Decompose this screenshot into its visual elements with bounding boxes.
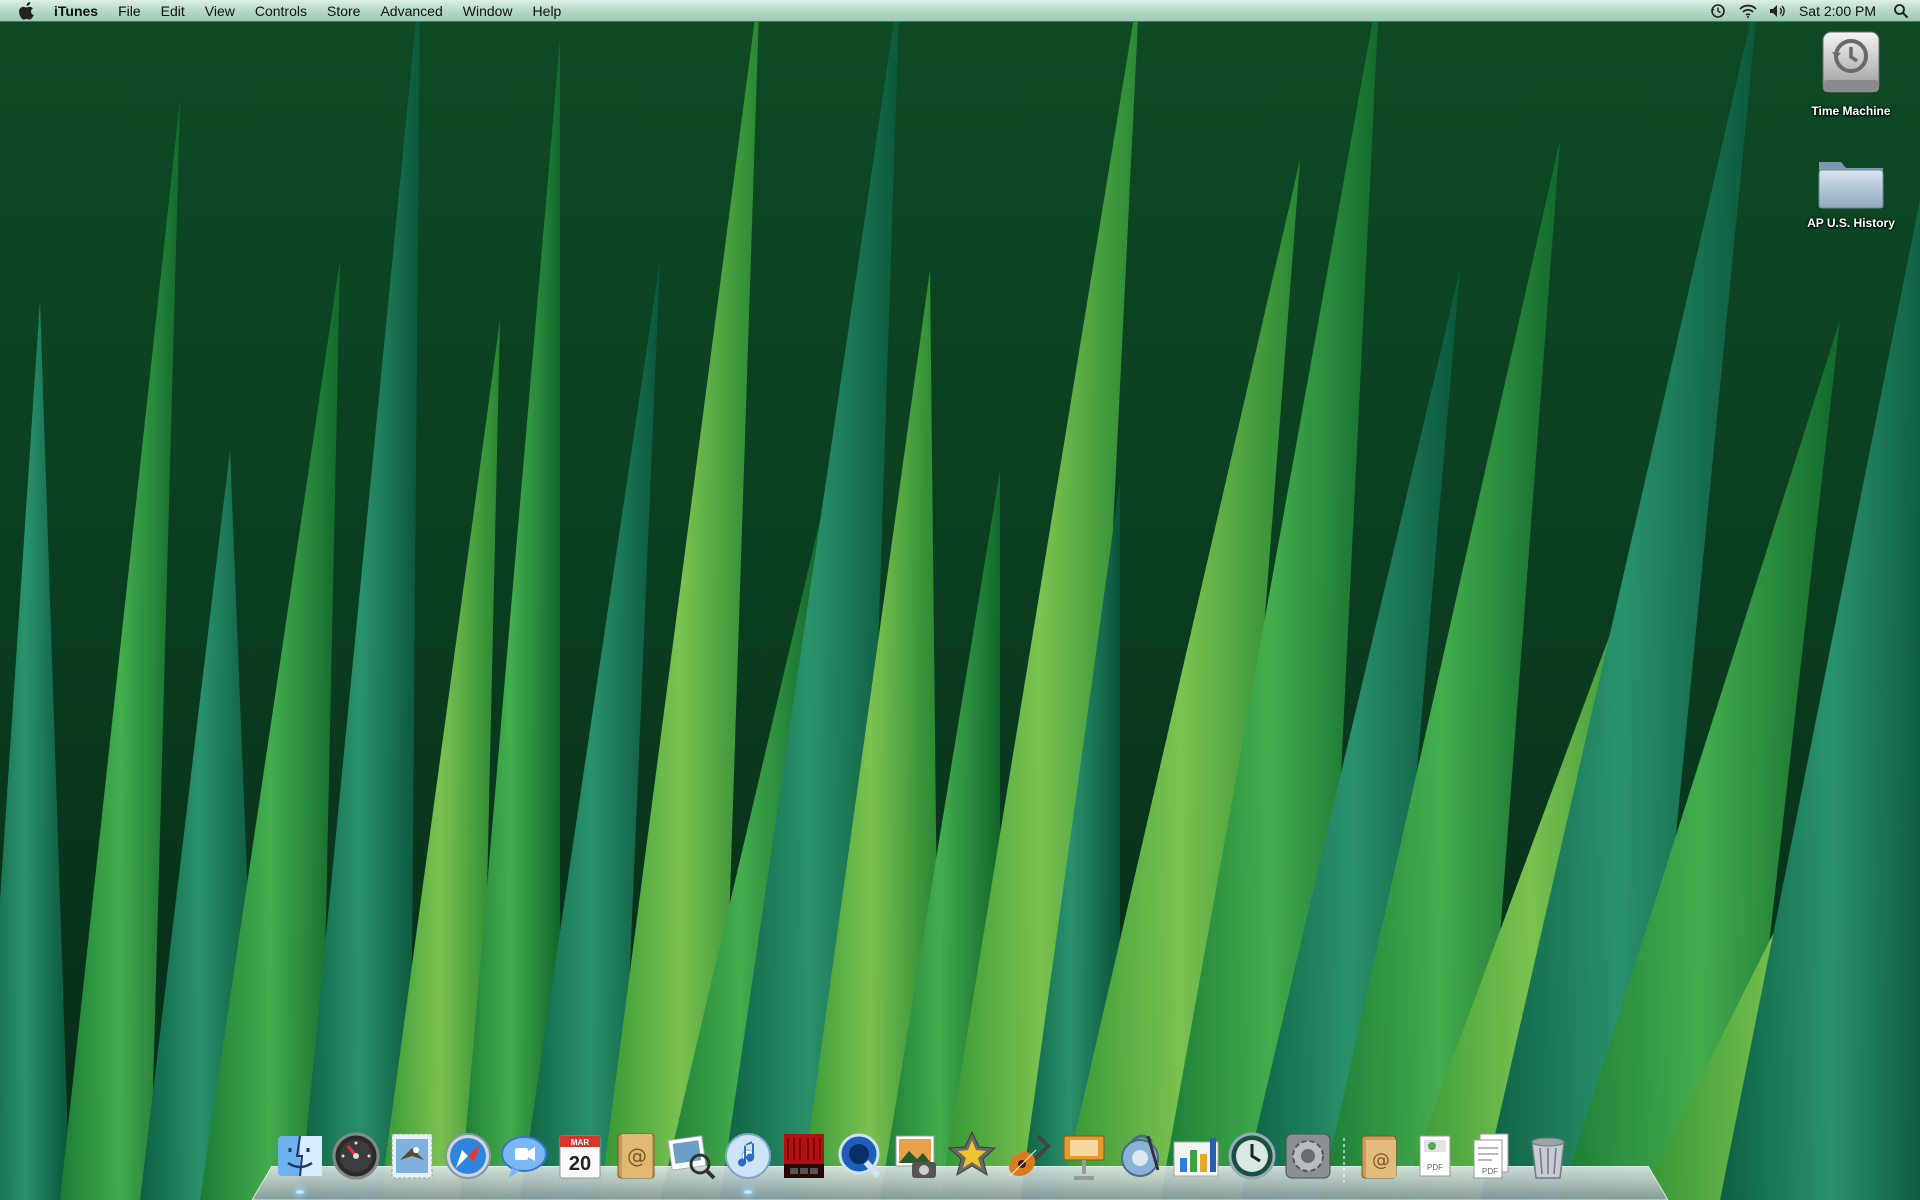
trash-icon [1531, 1137, 1565, 1179]
volume-icon[interactable] [1769, 2, 1787, 20]
dock-finder[interactable] [272, 1128, 328, 1194]
desktop-icon-folder[interactable]: AP U.S. History [1791, 152, 1911, 231]
menu-controls[interactable]: Controls [245, 0, 317, 22]
menu-window[interactable]: Window [453, 0, 523, 22]
dock-preview[interactable] [664, 1128, 720, 1184]
dock-safari[interactable] [440, 1128, 496, 1184]
folder-icon [1815, 152, 1887, 212]
dock-time-machine[interactable] [1224, 1128, 1280, 1184]
dock-stack-documents[interactable]: @ [1352, 1128, 1408, 1184]
spotlight-icon[interactable] [1892, 2, 1910, 20]
menu-file[interactable]: File [108, 0, 151, 22]
dock-ichat[interactable] [496, 1128, 552, 1184]
preview-icon [667, 1135, 716, 1180]
time-machine-drive-icon [1819, 30, 1883, 100]
dock-system-preferences[interactable] [1280, 1128, 1336, 1184]
dashboard-icon [332, 1132, 380, 1180]
menu-clock[interactable]: Sat 2:00 PM [1799, 3, 1876, 19]
svg-text:@: @ [627, 1144, 647, 1168]
pdf-stack-icon: PDF [1419, 1135, 1451, 1177]
dock-numbers[interactable] [1168, 1128, 1224, 1184]
ical-icon: MAR 20 [559, 1135, 601, 1179]
dock-imovie[interactable] [944, 1128, 1000, 1184]
menu-store[interactable]: Store [317, 0, 370, 22]
running-indicator [744, 1190, 752, 1194]
dock-separator [1336, 1128, 1352, 1184]
iweb-icon [1121, 1134, 1160, 1177]
numbers-icon [1173, 1138, 1219, 1177]
quicktime-icon [838, 1133, 881, 1178]
itunes-icon [725, 1133, 771, 1179]
time-machine-icon[interactable] [1709, 2, 1727, 20]
dock-itunes[interactable] [720, 1128, 776, 1194]
ical-day: 20 [569, 1153, 591, 1175]
downloads-stack-icon: PDF [1473, 1133, 1509, 1179]
menu-bar: iTunes File Edit View Controls Store Adv… [0, 0, 1920, 22]
finder-icon [278, 1135, 322, 1177]
dock-address-book[interactable]: @ [608, 1128, 664, 1184]
dock-ical[interactable]: MAR 20 [552, 1128, 608, 1184]
dock-stack-downloads[interactable]: PDF [1464, 1128, 1520, 1184]
menu-extras: Sat 2:00 PM [1709, 0, 1910, 22]
time-machine-icon [1228, 1132, 1276, 1180]
ichat-icon [501, 1136, 547, 1178]
dock-quicktime[interactable] [832, 1128, 888, 1184]
mail-icon [391, 1133, 433, 1179]
dock-keynote[interactable] [1056, 1128, 1112, 1184]
svg-text:PDF: PDF [1482, 1167, 1498, 1176]
menu-help[interactable]: Help [523, 0, 572, 22]
menu-advanced[interactable]: Advanced [370, 0, 452, 22]
desktop-icon-label: Time Machine [1811, 104, 1891, 118]
ical-month: MAR [571, 1138, 589, 1147]
svg-text:@: @ [1372, 1150, 1390, 1171]
dock-stack-pdf[interactable]: PDF [1408, 1128, 1464, 1184]
dock-iweb[interactable] [1112, 1128, 1168, 1184]
documents-stack-icon: @ [1361, 1135, 1397, 1179]
dock-iphoto[interactable] [888, 1128, 944, 1184]
desktop-wallpaper [0, 0, 1920, 1200]
dock-garageband[interactable] [1000, 1128, 1056, 1184]
garageband-icon [1008, 1134, 1051, 1177]
dock-dashboard[interactable] [328, 1128, 384, 1184]
system-preferences-icon [1285, 1133, 1331, 1179]
dock: MAR 20 @ @ PDF PDF [272, 1124, 1576, 1194]
front-row-icon [784, 1134, 824, 1178]
dock-front-row[interactable] [776, 1128, 832, 1184]
keynote-icon [1063, 1135, 1105, 1180]
dock-trash[interactable] [1520, 1128, 1576, 1184]
running-indicator [296, 1190, 304, 1194]
desktop-icon-time-machine[interactable]: Time Machine [1791, 30, 1911, 119]
safari-icon [445, 1133, 491, 1179]
menu-view[interactable]: View [195, 0, 245, 22]
address-book-icon: @ [617, 1133, 655, 1179]
apple-menu-icon[interactable] [16, 0, 38, 22]
imovie-icon [947, 1130, 997, 1177]
menu-app-name[interactable]: iTunes [52, 0, 108, 22]
dock-mail[interactable] [384, 1128, 440, 1184]
menu-edit[interactable]: Edit [151, 0, 195, 22]
iphoto-icon [895, 1135, 936, 1178]
desktop-icon-label: AP U.S. History [1807, 216, 1895, 230]
svg-text:PDF: PDF [1427, 1163, 1443, 1172]
wifi-icon[interactable] [1739, 2, 1757, 20]
